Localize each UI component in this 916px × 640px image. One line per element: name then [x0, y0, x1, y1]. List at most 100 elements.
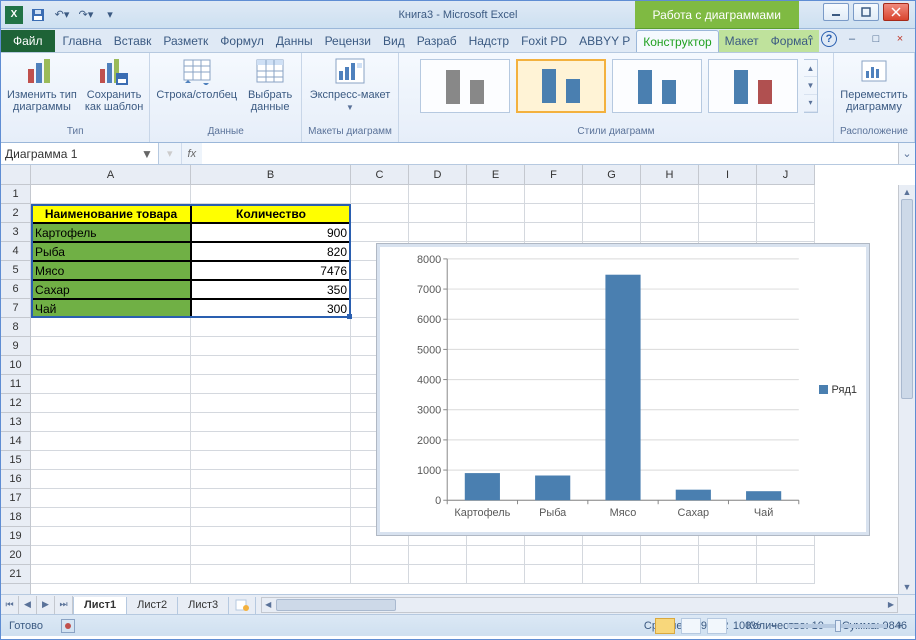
tab-Вставк[interactable]: Вставк	[108, 30, 158, 52]
file-tab[interactable]: Файл	[1, 30, 55, 52]
col-header-F[interactable]: F	[525, 165, 583, 184]
ribbon-minimize-icon[interactable]: ⌃	[806, 33, 815, 46]
sheet-nav-next-icon[interactable]: ▶	[37, 596, 55, 614]
maximize-button[interactable]	[853, 3, 879, 21]
row-header-15[interactable]: 15	[1, 451, 30, 470]
row-header-20[interactable]: 20	[1, 546, 30, 565]
style-gallery-scroll[interactable]: ▲▼▾	[804, 59, 818, 113]
cell-E21[interactable]	[467, 565, 525, 584]
change-chart-type-button[interactable]: Изменить тип диаграммы	[7, 55, 77, 113]
cell-E1[interactable]	[467, 185, 525, 204]
cell-B2[interactable]: Количество	[191, 204, 351, 223]
cell-D2[interactable]	[409, 204, 467, 223]
select-all-corner[interactable]	[1, 165, 31, 185]
cell-A8[interactable]	[31, 318, 191, 337]
mdi-close-icon[interactable]: ×	[891, 32, 909, 46]
cell-J1[interactable]	[757, 185, 815, 204]
cell-I1[interactable]	[699, 185, 757, 204]
cell-E20[interactable]	[467, 546, 525, 565]
cell-A7[interactable]: Чай	[31, 299, 191, 318]
fx-icon[interactable]: fx	[182, 143, 203, 164]
horizontal-scrollbar[interactable]: ◀ ▶	[261, 597, 898, 613]
row-header-11[interactable]: 11	[1, 375, 30, 394]
cell-C3[interactable]	[351, 223, 409, 242]
cell-C1[interactable]	[351, 185, 409, 204]
view-page-break-button[interactable]	[707, 618, 727, 634]
cell-A5[interactable]: Мясо	[31, 261, 191, 280]
quick-layout-button[interactable]: Экспресс-макет ▼	[310, 55, 391, 112]
cell-A21[interactable]	[31, 565, 191, 584]
scroll-down-icon[interactable]: ▼	[899, 580, 915, 594]
cell-B20[interactable]	[191, 546, 351, 565]
hscroll-thumb[interactable]	[276, 599, 396, 611]
cell-F20[interactable]	[525, 546, 583, 565]
cell-D21[interactable]	[409, 565, 467, 584]
cell-A12[interactable]	[31, 394, 191, 413]
col-header-J[interactable]: J	[757, 165, 815, 184]
cell-H21[interactable]	[641, 565, 699, 584]
cell-A15[interactable]	[31, 451, 191, 470]
cell-A11[interactable]	[31, 375, 191, 394]
cell-F3[interactable]	[525, 223, 583, 242]
tab-Разраб[interactable]: Разраб	[411, 30, 463, 52]
cell-A1[interactable]	[31, 185, 191, 204]
cell-A4[interactable]: Рыба	[31, 242, 191, 261]
row-header-2[interactable]: 2	[1, 204, 30, 223]
cell-I21[interactable]	[699, 565, 757, 584]
cell-A19[interactable]	[31, 527, 191, 546]
tab-ABBYY P[interactable]: ABBYY P	[573, 30, 636, 52]
cell-J20[interactable]	[757, 546, 815, 565]
sheet-nav-prev-icon[interactable]: ◀	[19, 596, 37, 614]
cell-G20[interactable]	[583, 546, 641, 565]
scroll-up-icon[interactable]: ▲	[899, 185, 915, 199]
cell-B18[interactable]	[191, 508, 351, 527]
cell-H20[interactable]	[641, 546, 699, 565]
cell-F1[interactable]	[525, 185, 583, 204]
cell-A3[interactable]: Картофель	[31, 223, 191, 242]
cell-A17[interactable]	[31, 489, 191, 508]
cell-F2[interactable]	[525, 204, 583, 223]
cell-B19[interactable]	[191, 527, 351, 546]
cell-B8[interactable]	[191, 318, 351, 337]
cell-A18[interactable]	[31, 508, 191, 527]
cell-B4[interactable]: 820	[191, 242, 351, 261]
cell-B6[interactable]: 350	[191, 280, 351, 299]
row-header-4[interactable]: 4	[1, 242, 30, 261]
cell-B3[interactable]: 900	[191, 223, 351, 242]
cell-B9[interactable]	[191, 337, 351, 356]
chart-object[interactable]: 010002000300040005000600070008000Картофе…	[376, 243, 870, 536]
cell-H3[interactable]	[641, 223, 699, 242]
zoom-in-button[interactable]: +	[893, 620, 907, 632]
cell-J2[interactable]	[757, 204, 815, 223]
cell-H1[interactable]	[641, 185, 699, 204]
chart-style-1[interactable]	[420, 59, 510, 113]
col-header-D[interactable]: D	[409, 165, 467, 184]
select-data-button[interactable]: Выбрать данные	[245, 55, 295, 113]
chart-style-3[interactable]	[612, 59, 702, 113]
new-sheet-button[interactable]	[228, 597, 256, 615]
tab-Главна[interactable]: Главна	[57, 30, 108, 52]
formula-input[interactable]	[202, 143, 898, 164]
cell-A10[interactable]	[31, 356, 191, 375]
cell-E2[interactable]	[467, 204, 525, 223]
tab-Формул[interactable]: Формул	[214, 30, 270, 52]
chart-style-2[interactable]	[516, 59, 606, 113]
cell-B21[interactable]	[191, 565, 351, 584]
tab-Вид[interactable]: Вид	[377, 30, 411, 52]
vertical-scrollbar[interactable]: ▲ ▼	[898, 185, 915, 594]
cell-B17[interactable]	[191, 489, 351, 508]
row-header-18[interactable]: 18	[1, 508, 30, 527]
cell-G3[interactable]	[583, 223, 641, 242]
cell-G2[interactable]	[583, 204, 641, 223]
row-header-7[interactable]: 7	[1, 299, 30, 318]
cell-B12[interactable]	[191, 394, 351, 413]
cell-G1[interactable]	[583, 185, 641, 204]
save-as-template-button[interactable]: Сохранить как шаблон	[85, 55, 144, 113]
cell-G21[interactable]	[583, 565, 641, 584]
cell-B5[interactable]: 7476	[191, 261, 351, 280]
sheet-tab-Лист1[interactable]: Лист1	[73, 597, 127, 615]
col-header-I[interactable]: I	[699, 165, 757, 184]
tab-Конструктор[interactable]: Конструктор	[636, 30, 718, 52]
row-header-5[interactable]: 5	[1, 261, 30, 280]
sheet-nav-last-icon[interactable]: ⏭	[55, 596, 73, 614]
